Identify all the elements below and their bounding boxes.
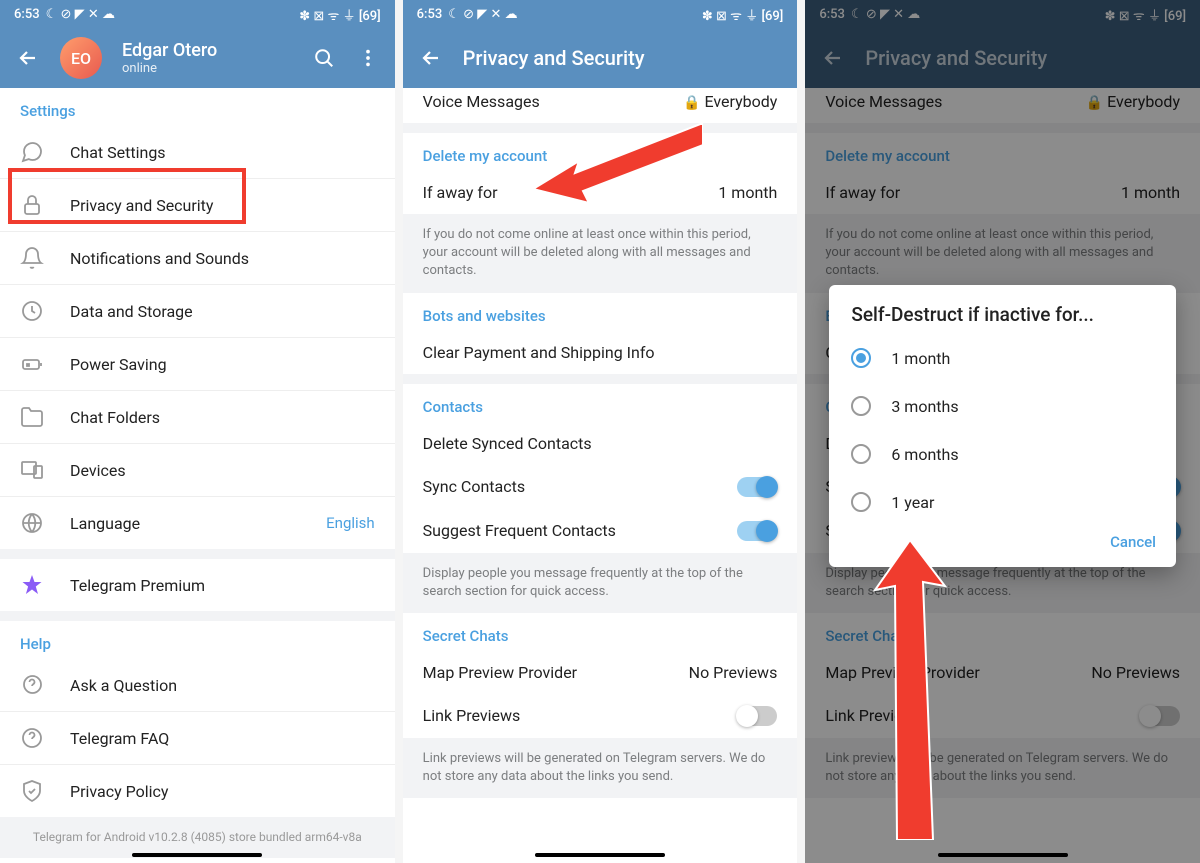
toggle-suggest[interactable] <box>737 521 777 541</box>
value-everybody: 🔒 Everybody <box>683 92 777 111</box>
status-bar: 6:53 ☾ ⊘ ◤ ✕ ☁ ✽ ⊠ ᯤ ⏚ [69] <box>0 0 395 28</box>
row-if-away[interactable]: If away for 1 month <box>403 171 798 214</box>
option-6-months[interactable]: 6 months <box>829 430 1176 478</box>
question-icon <box>20 673 44 697</box>
chat-icon <box>20 140 44 164</box>
option-1-year[interactable]: 1 year <box>829 478 1176 526</box>
header: Privacy and Security <box>403 28 798 88</box>
row-chat-folders[interactable]: Chat Folders <box>0 390 395 443</box>
nav-handle <box>132 853 262 857</box>
row-premium[interactable]: Telegram Premium <box>0 559 395 611</box>
user-status: online <box>122 61 293 76</box>
row-suggest-freq[interactable]: Suggest Frequent Contacts <box>403 509 798 553</box>
row-map-preview[interactable]: Map Preview Provider No Previews <box>403 651 798 694</box>
star-icon <box>20 573 44 597</box>
language-value: English <box>326 514 375 532</box>
help-delete: If you do not come online at least once … <box>403 214 798 293</box>
shield-icon <box>20 779 44 803</box>
back-icon[interactable] <box>419 46 443 70</box>
folder-icon <box>20 405 44 429</box>
toggle-link-previews[interactable] <box>737 706 777 726</box>
section-title-help: Help <box>0 621 395 659</box>
row-privacy-security[interactable]: Privacy and Security <box>0 178 395 231</box>
row-devices[interactable]: Devices <box>0 443 395 496</box>
row-clear-payment[interactable]: Clear Payment and Shipping Info <box>403 331 798 374</box>
screen-privacy: 6:53 ☾ ⊘ ◤ ✕ ☁ ✽ ⊠ ᯤ ⏚ [69] Privacy and … <box>403 0 798 863</box>
screen-dialog: 6:53 ☾ ⊘ ◤ ✕ ☁ ✽ ⊠ ᯤ ⏚ [69] Privacy and … <box>805 0 1200 863</box>
header: EO Edgar Otero online <box>0 28 395 88</box>
section-title-settings: Settings <box>0 88 395 126</box>
row-voice-messages[interactable]: Voice Messages 🔒 Everybody <box>403 88 798 123</box>
dialog-title: Self-Destruct if inactive for... <box>829 303 1176 334</box>
lock-icon <box>20 193 44 217</box>
more-icon[interactable] <box>357 47 379 69</box>
row-language[interactable]: Language English <box>0 496 395 549</box>
power-icon <box>20 352 44 376</box>
row-notifications[interactable]: Notifications and Sounds <box>0 231 395 284</box>
footer-version: Telegram for Android v10.2.8 (4085) stor… <box>0 817 395 858</box>
back-icon[interactable] <box>16 46 40 70</box>
section-secret: Secret Chats <box>403 613 798 651</box>
radio-icon <box>851 396 871 416</box>
user-name: Edgar Otero <box>122 40 293 61</box>
option-1-month[interactable]: 1 month <box>829 334 1176 382</box>
section-bots: Bots and websites <box>403 293 798 331</box>
row-chat-settings[interactable]: Chat Settings <box>0 126 395 178</box>
devices-icon <box>20 458 44 482</box>
settings-content: Settings Chat Settings Privacy and Secur… <box>0 88 395 863</box>
row-sync-contacts[interactable]: Sync Contacts <box>403 465 798 509</box>
help-link: Link previews will be generated on Teleg… <box>403 738 798 798</box>
map-preview-value: No Previews <box>689 663 778 682</box>
section-contacts: Contacts <box>403 384 798 422</box>
row-data-storage[interactable]: Data and Storage <box>0 284 395 337</box>
radio-icon <box>851 492 871 512</box>
row-link-previews[interactable]: Link Previews <box>403 694 798 738</box>
radio-icon <box>851 444 871 464</box>
search-icon[interactable] <box>313 47 335 69</box>
row-privacy-policy[interactable]: Privacy Policy <box>0 764 395 817</box>
page-title: Privacy and Security <box>463 46 782 70</box>
row-power-saving[interactable]: Power Saving <box>0 337 395 390</box>
bell-icon <box>20 246 44 270</box>
if-away-value: 1 month <box>718 183 777 202</box>
self-destruct-dialog: Self-Destruct if inactive for... 1 month… <box>829 285 1176 567</box>
screen-settings: 6:53 ☾ ⊘ ◤ ✕ ☁ ✽ ⊠ ᯤ ⏚ [69] EO Edgar Ote… <box>0 0 395 863</box>
avatar[interactable]: EO <box>60 37 102 79</box>
option-3-months[interactable]: 3 months <box>829 382 1176 430</box>
help-suggest: Display people you message frequently at… <box>403 553 798 613</box>
radio-icon <box>851 348 871 368</box>
cancel-button[interactable]: Cancel <box>1110 533 1156 551</box>
status-bar: 6:53 ☾ ⊘ ◤ ✕ ☁ ✽ ⊠ ᯤ ⏚ [69] <box>403 0 798 28</box>
section-delete-account: Delete my account <box>403 133 798 171</box>
row-ask-question[interactable]: Ask a Question <box>0 659 395 711</box>
data-icon <box>20 299 44 323</box>
row-delete-synced[interactable]: Delete Synced Contacts <box>403 422 798 465</box>
toggle-sync[interactable] <box>737 477 777 497</box>
nav-handle <box>938 853 1068 857</box>
nav-handle <box>535 853 665 857</box>
globe-icon <box>20 511 44 535</box>
faq-icon <box>20 726 44 750</box>
row-faq[interactable]: Telegram FAQ <box>0 711 395 764</box>
